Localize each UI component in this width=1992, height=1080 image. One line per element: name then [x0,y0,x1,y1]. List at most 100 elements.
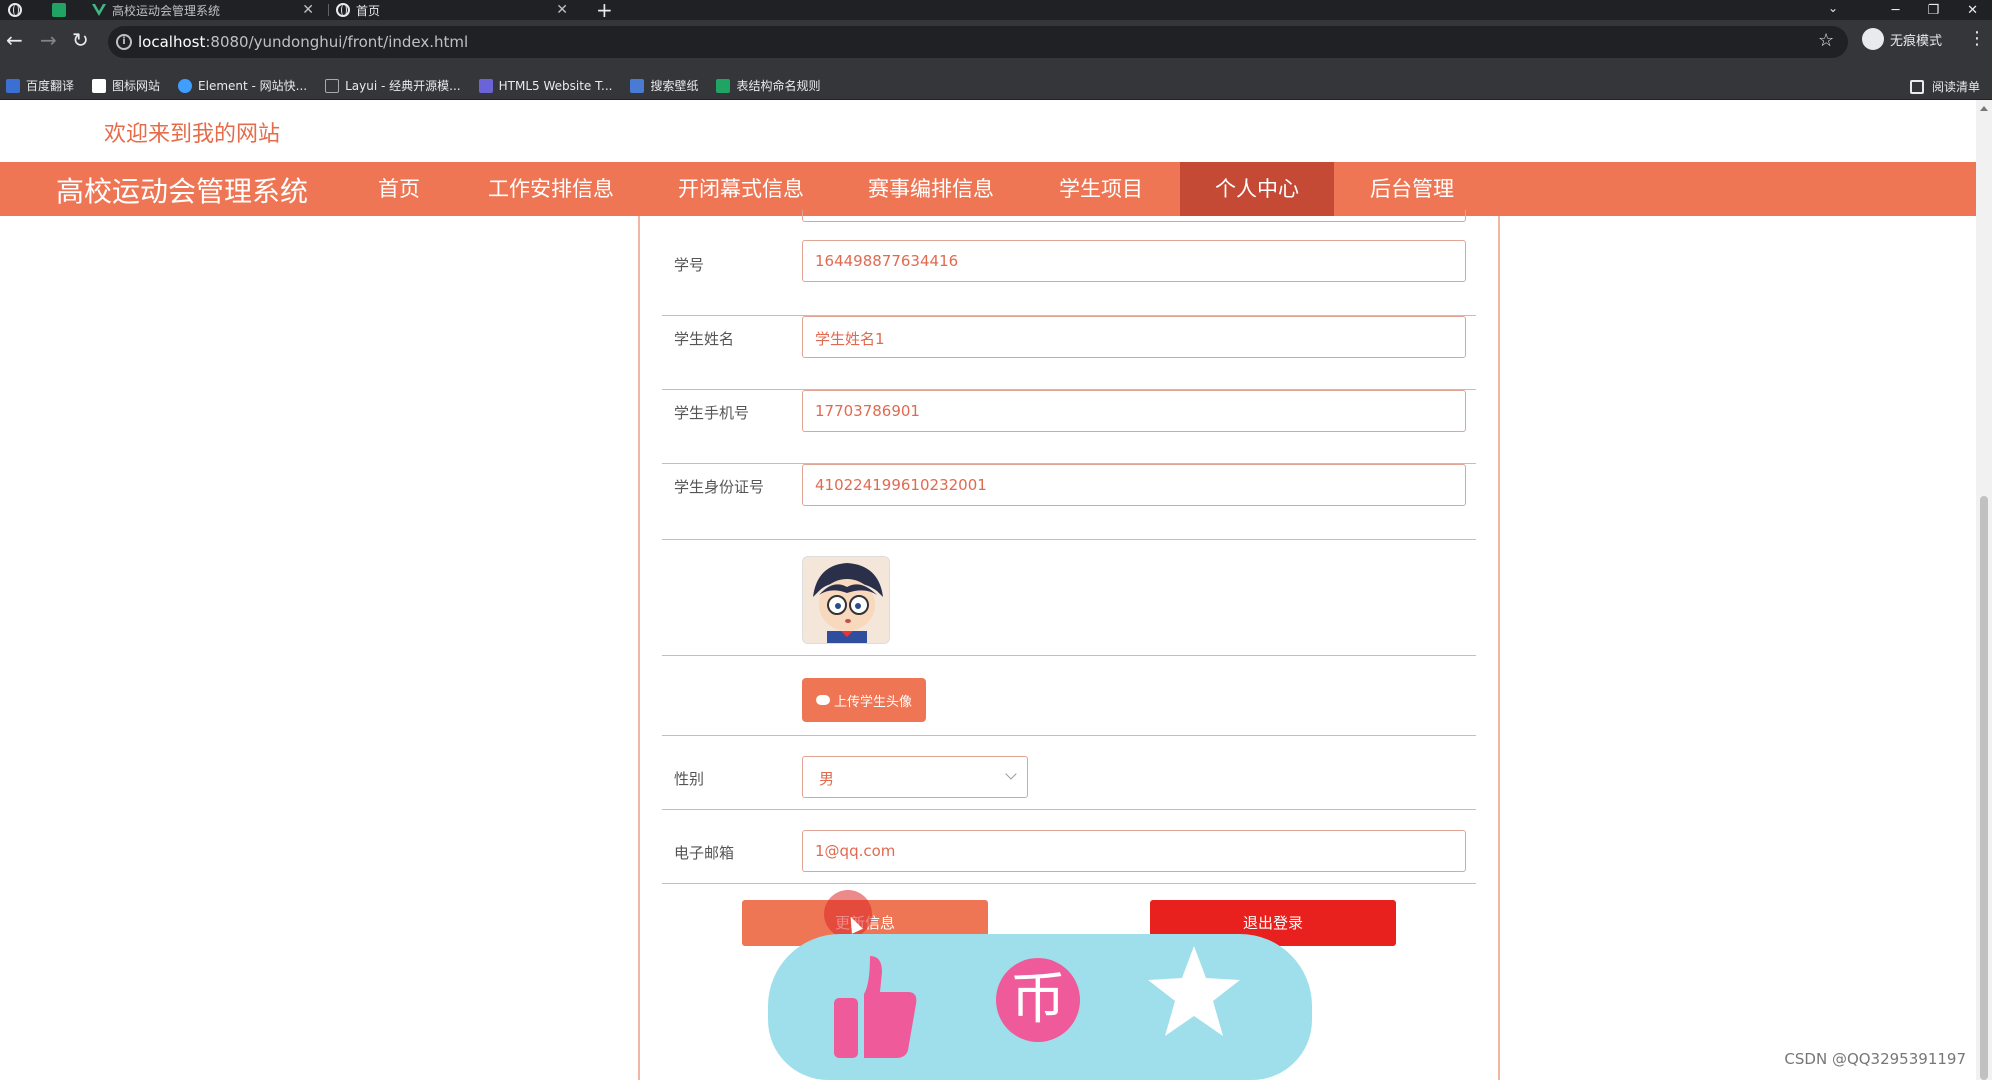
form-row-student-idcard: 学生身份证号 410224199610232001 [662,464,1476,540]
bookmarks-bar: 百度翻译 图标网站 Element - 网站快... Layui - 经典开源模… [0,72,1992,100]
previous-field-bottom [802,210,1466,222]
select-value: 男 [819,770,835,788]
form-row-gender: 性别 男 [662,736,1476,810]
form-row-email: 电子邮箱 1@qq.com [662,810,1476,884]
welcome-text: 欢迎来到我的网站 [104,122,281,147]
nav-item-ceremony[interactable]: 开闭幕式信息 [660,162,822,216]
form-row-avatar-upload: 上传学生头像 [662,656,1476,736]
html5-icon [478,78,493,93]
thumbs-up-icon[interactable] [830,954,918,1060]
field-label: 性别 [674,770,705,788]
upload-avatar-button[interactable]: 上传学生头像 [802,678,926,722]
bookmark-star-icon[interactable]: ☆ [1818,30,1834,51]
incognito-icon [1862,28,1884,50]
reading-list-icon [1909,79,1924,94]
tab-title: 首页 [356,3,381,18]
form-row-student-phone: 学生手机号 17703786901 [662,390,1476,464]
tab-home[interactable]: 首页 ✕ [328,0,584,20]
bookmark-label: 表结构命名规则 [736,79,821,93]
student-avatar [802,556,890,644]
bookmark-label: 搜索壁纸 [650,79,699,93]
watermark: CSDN @QQ3295391197 [1784,1050,1966,1068]
bookmark-item[interactable]: Element - 网站快... [178,77,307,94]
upload-label: 上传学生头像 [833,694,912,710]
page-scrollbar[interactable] [1976,100,1992,1080]
bookmark-item[interactable]: Layui - 经典开源模... [325,77,461,94]
sheet-app-icon[interactable] [52,0,66,20]
bookmark-label: Element - 网站快... [198,79,308,93]
chrome-menu-icon[interactable] [8,0,22,20]
bookmark-item[interactable]: HTML5 Website T... [478,78,613,93]
student-phone-input[interactable]: 17703786901 [802,390,1466,432]
site-info-icon[interactable]: i [116,34,132,50]
forward-icon[interactable]: → [40,30,57,50]
close-tab-icon[interactable]: ✕ [556,2,568,18]
wallpaper-icon [630,78,645,93]
coin-icon[interactable]: 币 [996,958,1080,1042]
nav-item-work-schedule[interactable]: 工作安排信息 [470,162,632,216]
reading-list-button[interactable]: 阅读清单 [1909,78,1980,95]
tab-management-system[interactable]: 高校运动会管理系统 ✕ [92,0,322,20]
bookmark-label: 图标网站 [112,79,161,93]
back-icon[interactable]: ← [6,30,23,50]
minimize-icon[interactable]: ─ [1892,3,1900,18]
reload-icon[interactable]: ↻ [72,30,89,50]
restore-icon[interactable]: ❐ [1927,3,1939,18]
field-label: 电子邮箱 [674,844,735,862]
tab-title: 高校运动会管理系统 [112,3,221,18]
form-row-student-name: 学生姓名 学生姓名1 [662,316,1476,390]
triple-action-panel: 币 [768,934,1312,1080]
field-value: 1@qq.com [815,842,896,860]
flag-icon [92,78,107,93]
reading-list-label: 阅读清单 [1931,80,1980,94]
field-label: 学号 [674,256,705,274]
browser-tab-strip: 高校运动会管理系统 ✕ 首页 ✕ + ⌄ ─ ❐ ✕ [0,0,1992,22]
bookmark-item[interactable]: 搜索壁纸 [630,77,698,94]
vue-logo-icon [92,4,106,16]
layui-icon [325,78,340,93]
form-row-student-id: 学号 164498877634416 [662,240,1476,316]
main-navbar: 高校运动会管理系统 首页 工作安排信息 开闭幕式信息 赛事编排信息 学生项目 个… [0,162,1976,216]
scroll-up-arrow-icon[interactable] [1980,106,1988,111]
bookmark-item[interactable]: 百度翻译 [6,77,74,94]
address-bar-row: ← → ↻ i localhost:8080/yundonghui/front/… [0,20,1992,72]
field-value: 学生姓名1 [815,330,885,348]
page-viewport: 欢迎来到我的网站 高校运动会管理系统 首页 工作安排信息 开闭幕式信息 赛事编排… [0,100,1976,1080]
scroll-thumb[interactable] [1980,496,1988,1080]
click-indicator [824,890,872,938]
gender-select[interactable]: 男 [802,756,1028,798]
nav-item-personal-center[interactable]: 个人中心 [1180,162,1334,216]
chevron-down-icon [1005,768,1017,780]
nav-item-event-schedule[interactable]: 赛事编排信息 [850,162,1012,216]
bookmark-item[interactable]: 图标网站 [92,77,160,94]
close-tab-icon[interactable]: ✕ [302,2,314,18]
field-label: 学生手机号 [674,404,750,422]
bookmark-label: HTML5 Website T... [498,78,613,93]
star-icon[interactable] [1146,944,1242,1040]
globe-icon [336,3,350,17]
incognito-profile[interactable]: 无痕模式 [1862,28,1942,50]
url-host: localhost [138,33,206,51]
sheet-icon [716,78,731,93]
bookmark-label: Layui - 经典开源模... [345,79,461,93]
site-brand[interactable]: 高校运动会管理系统 [56,170,308,210]
baidu-translate-icon [6,78,20,93]
new-tab-icon[interactable]: + [596,0,613,22]
student-name-input[interactable]: 学生姓名1 [802,316,1466,358]
field-value: 164498877634416 [815,252,959,270]
nav-item-home[interactable]: 首页 [346,162,452,216]
url-path: :8080/yundonghui/front/index.html [205,33,469,51]
tab-search-icon[interactable]: ⌄ [1828,1,1838,15]
form-row-avatar-preview [662,540,1476,656]
avatar-image [803,557,889,643]
url-input[interactable]: i localhost:8080/yundonghui/front/index.… [108,26,1848,58]
bookmark-item[interactable]: 表结构命名规则 [716,77,820,94]
nav-item-admin[interactable]: 后台管理 [1352,162,1472,216]
field-label: 学生身份证号 [674,478,765,496]
email-input[interactable]: 1@qq.com [802,830,1466,872]
student-id-input[interactable]: 164498877634416 [802,240,1466,282]
nav-item-student-projects[interactable]: 学生项目 [1040,162,1162,216]
student-idcard-input[interactable]: 410224199610232001 [802,464,1466,506]
close-window-icon[interactable]: ✕ [1967,3,1978,18]
more-menu-icon[interactable]: ⋮ [1968,28,1986,49]
